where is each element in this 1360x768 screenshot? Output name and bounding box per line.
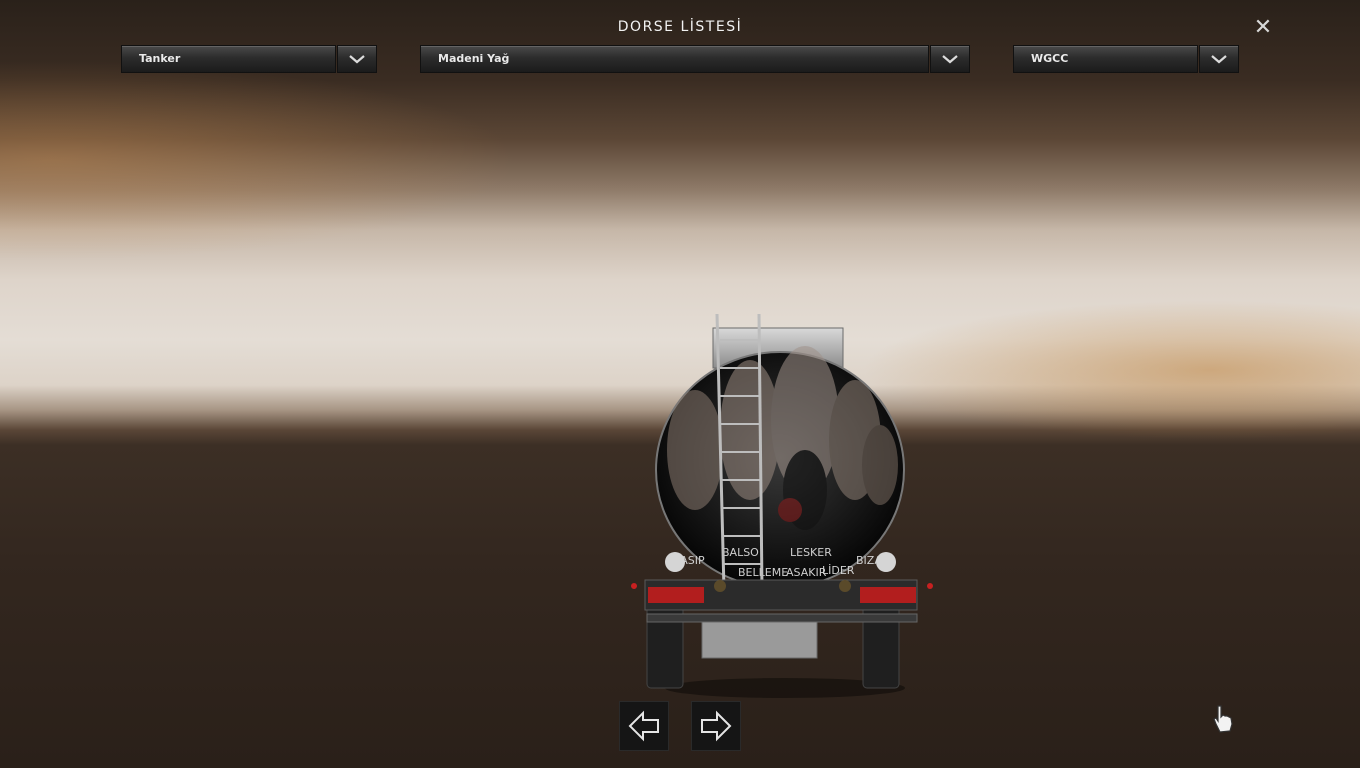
tanker-trailer: HASIP BALSO BELLEME LESKER ASAKIR LİDER … bbox=[631, 313, 933, 698]
close-icon[interactable]: ✕ bbox=[1252, 17, 1274, 39]
side-marker bbox=[631, 583, 637, 589]
underrun-bar bbox=[646, 613, 918, 623]
taillight-left bbox=[648, 587, 704, 603]
cargo-value[interactable]: Madeni Yağ bbox=[420, 45, 929, 73]
company-value[interactable]: WGCC bbox=[1013, 45, 1198, 73]
side-marker bbox=[927, 583, 933, 589]
decal-word: LİDER bbox=[822, 564, 855, 577]
decal-word: BALSO bbox=[722, 546, 759, 559]
marker-lamp bbox=[876, 552, 896, 572]
trailer-type-value[interactable]: Tanker bbox=[121, 45, 336, 73]
arrow-left-icon bbox=[628, 710, 659, 742]
reflector bbox=[714, 580, 726, 592]
marker-lamp bbox=[665, 552, 685, 572]
trailer-type-dropdown[interactable]: Tanker bbox=[121, 45, 377, 73]
previous-button[interactable] bbox=[619, 701, 669, 751]
background-haze bbox=[0, 60, 520, 260]
rear-wheel-right bbox=[862, 599, 900, 689]
decal-word: ASAKIR bbox=[786, 566, 827, 579]
license-plate-area bbox=[701, 621, 818, 659]
taillight-right bbox=[860, 587, 916, 603]
reflector bbox=[839, 580, 851, 592]
arrow-right-icon bbox=[701, 710, 732, 742]
page-title: DORSE LİSTESİ bbox=[617, 19, 743, 35]
chevron-down-icon[interactable] bbox=[930, 45, 970, 73]
chevron-down-icon[interactable] bbox=[1199, 45, 1239, 73]
cargo-dropdown[interactable]: Madeni Yağ bbox=[420, 45, 970, 73]
decal-word: LESKER bbox=[790, 546, 832, 559]
hand-cursor-icon bbox=[1213, 705, 1233, 733]
company-dropdown[interactable]: WGCC bbox=[1013, 45, 1239, 73]
chevron-down-icon[interactable] bbox=[337, 45, 377, 73]
rear-wheel-left bbox=[646, 599, 684, 689]
next-button[interactable] bbox=[691, 701, 741, 751]
